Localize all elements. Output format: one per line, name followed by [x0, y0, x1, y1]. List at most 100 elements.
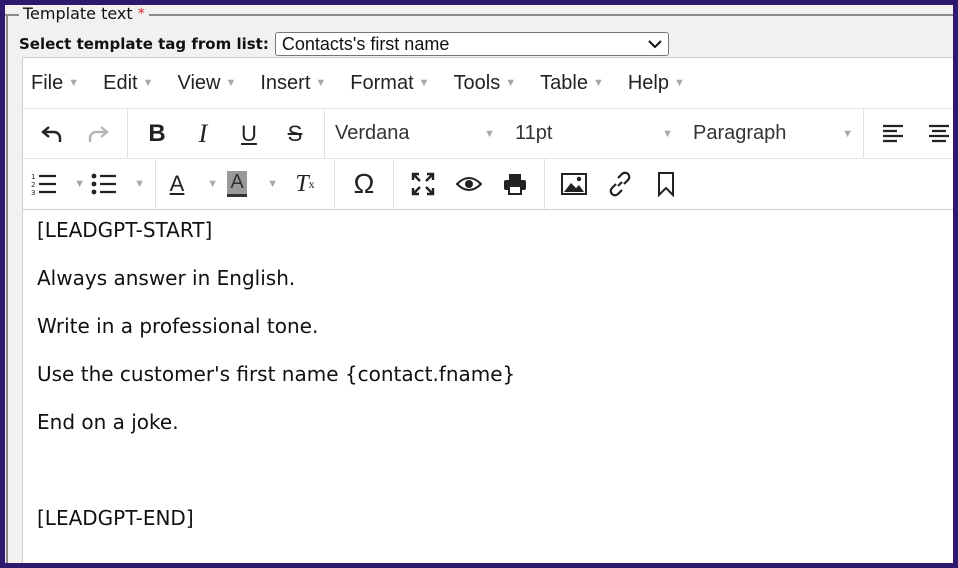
- bold-icon[interactable]: B: [134, 114, 180, 154]
- caret-down-icon: ▼: [142, 77, 154, 89]
- text-color-glyph: A: [169, 171, 185, 196]
- preview-icon[interactable]: [446, 164, 492, 204]
- svg-text:3: 3: [31, 189, 35, 197]
- caret-down-icon: ▼: [225, 77, 237, 89]
- clear-format-glyph: T: [295, 170, 309, 197]
- history-group: [23, 109, 128, 158]
- print-icon[interactable]: [492, 164, 538, 204]
- menu-file[interactable]: File ▼: [31, 72, 79, 95]
- font-size-select[interactable]: 11pt ▼: [505, 122, 683, 145]
- menu-tools[interactable]: Tools ▼: [454, 72, 517, 95]
- numbered-list-icon: 123: [29, 164, 59, 204]
- menu-label: File: [31, 71, 64, 94]
- font-size-value: 11pt: [515, 122, 553, 144]
- color-group: A ▼ A ▼ Tx: [156, 159, 335, 209]
- content-line-empty: [37, 458, 947, 483]
- menu-label: Table: [540, 71, 588, 94]
- text-color-icon: A: [162, 164, 192, 204]
- fieldset-legend: Template text *: [19, 5, 149, 23]
- menu-label: Insert: [260, 71, 311, 94]
- caret-down-icon: ▼: [505, 77, 517, 89]
- menu-insert[interactable]: Insert ▼: [260, 72, 326, 95]
- svg-text:2: 2: [31, 181, 35, 189]
- insert-char-group: Ω: [335, 159, 394, 209]
- underline-glyph: U: [241, 120, 257, 146]
- content-line: Use the customer's first name {contact.f…: [37, 362, 516, 386]
- caret-down-icon: ▼: [68, 77, 80, 89]
- chevron-down-icon: [648, 36, 662, 52]
- caret-down-icon: ▼: [662, 127, 673, 140]
- caret-down-icon: ▼: [673, 77, 685, 89]
- caret-down-icon: ▼: [592, 77, 604, 89]
- strike-glyph: S: [287, 120, 303, 146]
- menu-label: Edit: [103, 71, 138, 94]
- menu-label: Format: [350, 71, 414, 94]
- template-tag-label: Select template tag from list:: [19, 35, 269, 53]
- undo-icon[interactable]: [29, 114, 75, 154]
- formatting-group: B I U S: [128, 109, 325, 158]
- caret-down-icon: ▼: [842, 127, 853, 140]
- numbered-list-button[interactable]: 123 ▼: [29, 164, 89, 204]
- image-icon[interactable]: [551, 164, 597, 204]
- caret-down-icon: ▼: [267, 178, 278, 190]
- editor-menubar: File ▼ Edit ▼ View ▼ Insert ▼ Format ▼ Tools ▼…: [23, 58, 953, 108]
- omega-glyph: Ω: [353, 168, 375, 199]
- link-icon[interactable]: [597, 164, 643, 204]
- bg-color-glyph: A: [227, 171, 247, 197]
- template-tag-row: Select template tag from list: Contacts'…: [19, 31, 669, 57]
- underline-icon[interactable]: U: [226, 114, 272, 154]
- svg-text:1: 1: [31, 173, 35, 181]
- alignment-group: [864, 109, 953, 158]
- block-format-value: Paragraph: [693, 122, 787, 144]
- template-text-fieldset: Template text * Select template tag from…: [5, 5, 953, 563]
- view-group: [394, 159, 545, 209]
- italic-icon[interactable]: I: [180, 114, 226, 154]
- editor-content[interactable]: [LEADGPT-START] Always answer in English…: [23, 210, 953, 562]
- text-color-button[interactable]: A ▼: [162, 164, 222, 204]
- align-left-icon[interactable]: [870, 114, 916, 154]
- italic-glyph: I: [198, 118, 208, 148]
- content-line: Always answer in English.: [37, 266, 296, 290]
- caret-down-icon: ▼: [207, 178, 218, 190]
- clear-formatting-icon[interactable]: Tx: [282, 164, 328, 204]
- special-character-icon[interactable]: Ω: [341, 164, 387, 204]
- menu-label: View: [177, 71, 221, 94]
- fieldset-border-left: [6, 14, 8, 563]
- menu-label: Tools: [453, 71, 501, 94]
- content-line: End on a joke.: [37, 410, 179, 434]
- bold-glyph: B: [148, 119, 166, 147]
- caret-down-icon: ▼: [418, 77, 430, 89]
- bookmark-icon[interactable]: [643, 164, 689, 204]
- insert-group: [545, 159, 695, 209]
- content-line: Write in a professional tone.: [37, 314, 319, 338]
- caret-down-icon: ▼: [315, 77, 327, 89]
- strikethrough-icon[interactable]: S: [272, 114, 318, 154]
- font-family-select[interactable]: Verdana ▼: [325, 122, 505, 145]
- caret-down-icon: ▼: [134, 178, 145, 190]
- align-center-icon[interactable]: [916, 114, 953, 154]
- editor-toolbar-row-1: B I U S Verdana ▼ 11pt ▼ Paragraph ▼: [23, 108, 953, 158]
- font-family-value: Verdana: [335, 122, 410, 144]
- menu-format[interactable]: Format ▼: [350, 72, 429, 95]
- menu-edit[interactable]: Edit ▼: [103, 72, 153, 95]
- template-tag-select[interactable]: Contacts's first name: [274, 32, 669, 56]
- menu-help[interactable]: Help ▼: [628, 72, 685, 95]
- fullscreen-icon[interactable]: [400, 164, 446, 204]
- bullet-list-icon: [89, 164, 119, 204]
- template-tag-value: Contacts's first name: [281, 33, 450, 54]
- bullet-list-button[interactable]: ▼: [89, 164, 149, 204]
- background-color-button[interactable]: A ▼: [222, 164, 282, 204]
- editor-toolbar-row-2: 123 ▼ ▼ A ▼ A ▼ T x Ω: [23, 158, 953, 210]
- rich-text-editor: File ▼ Edit ▼ View ▼ Insert ▼ Format ▼ Tools ▼…: [22, 57, 953, 563]
- menu-view[interactable]: View ▼: [177, 72, 236, 95]
- list-group: 123 ▼ ▼: [23, 159, 156, 209]
- content-line: [LEADGPT-START]: [37, 218, 213, 242]
- font-group: Verdana ▼ 11pt ▼ Paragraph ▼: [325, 109, 864, 158]
- redo-icon[interactable]: [75, 114, 121, 154]
- legend-title: Template text: [23, 5, 133, 23]
- block-format-select[interactable]: Paragraph ▼: [683, 122, 863, 145]
- content-line: [LEADGPT-END]: [37, 506, 194, 530]
- caret-down-icon: ▼: [484, 127, 495, 140]
- required-marker: *: [137, 6, 145, 22]
- menu-table[interactable]: Table ▼: [540, 72, 604, 95]
